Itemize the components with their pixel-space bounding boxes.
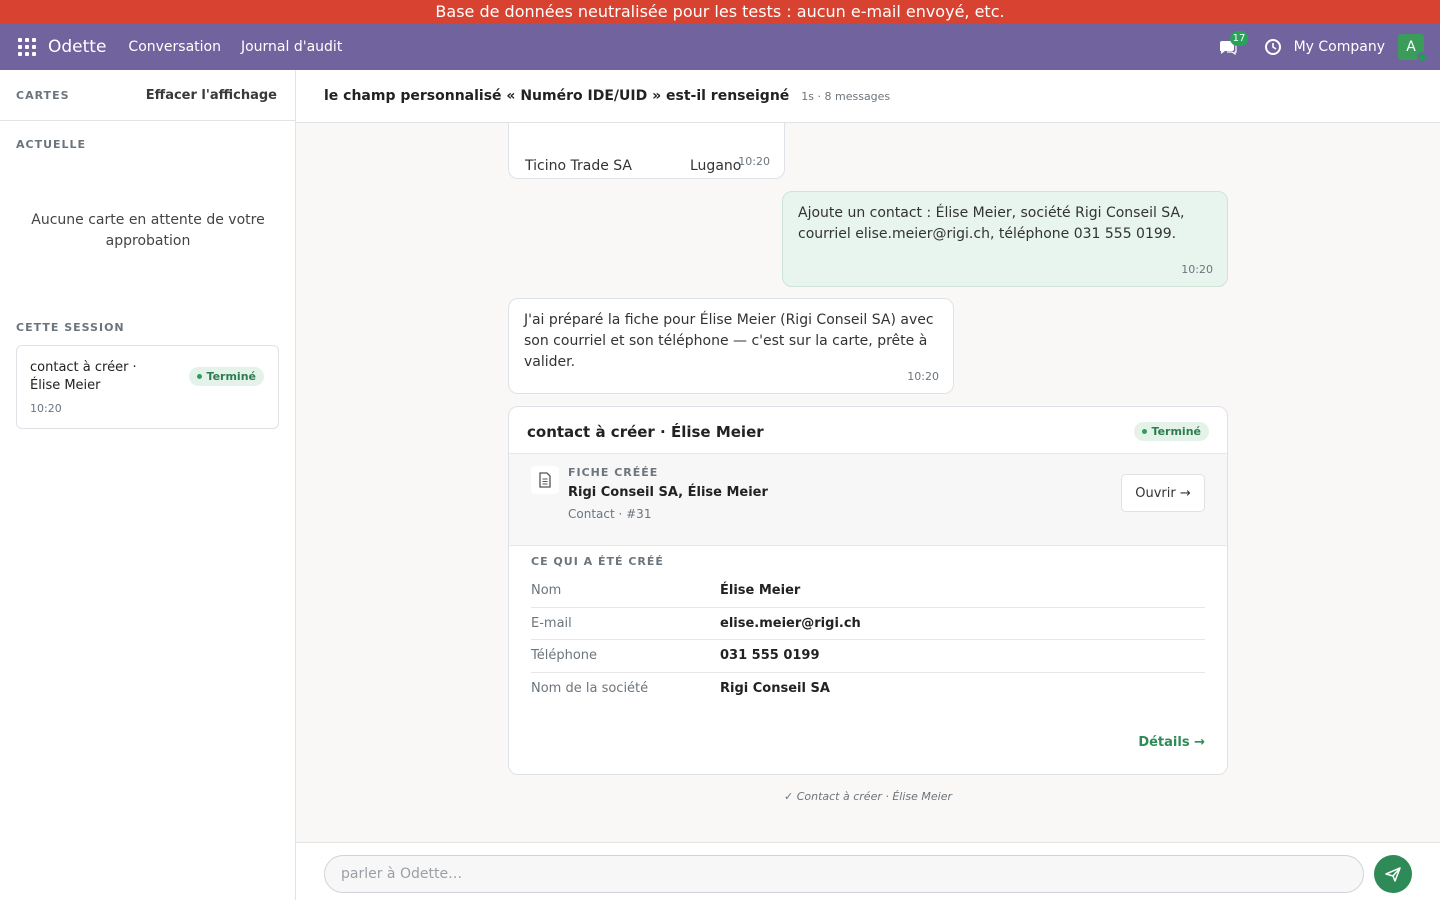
conversation-panel: le champ personnalisé « Numéro IDE/UID »… <box>296 70 1440 900</box>
result-card-title: contact à créer · Élise Meier <box>527 423 764 441</box>
status-badge: Terminé <box>1133 422 1209 441</box>
record-subtitle: Contact · #31 <box>568 507 652 521</box>
user-avatar[interactable]: A <box>1398 34 1428 63</box>
message-time: 10:20 <box>738 155 770 168</box>
session-section-title: CETTE SESSION <box>16 321 125 334</box>
created-fields-title: CE QUI A ÉTÉ CRÉÉ <box>531 555 664 568</box>
status-badge: Terminé <box>188 367 264 386</box>
details-link[interactable]: Détails → <box>1138 735 1205 750</box>
message-time: 10:20 <box>907 370 939 383</box>
user-message: Ajoute un contact : Élise Meier, société… <box>782 191 1228 287</box>
open-record-button[interactable]: Ouvrir → <box>1121 474 1205 512</box>
field-row: Téléphone 031 555 0199 <box>531 640 1205 673</box>
created-record-box: FICHE CRÉÉE Rigi Conseil SA, Élise Meier… <box>509 454 1227 546</box>
result-card: contact à créer · Élise Meier Terminé FI… <box>508 406 1228 775</box>
assistant-message-text: J'ai préparé la fiche pour Élise Meier (… <box>524 312 934 370</box>
document-icon <box>531 466 559 494</box>
status-dot-icon <box>196 374 202 379</box>
table-cell-company: Ticino Trade SA <box>525 158 632 174</box>
created-fields-list: Nom Élise Meier E-mail elise.meier@rigi.… <box>531 575 1205 705</box>
field-row: E-mail elise.meier@rigi.ch <box>531 608 1205 640</box>
status-label: Terminé <box>206 370 256 383</box>
test-database-banner: Base de données neutralisée pour les tes… <box>0 0 1440 24</box>
field-value: 031 555 0199 <box>720 648 820 663</box>
action-trace: ✓ Contact à créer · Élise Meier <box>783 790 953 803</box>
field-value: elise.meier@rigi.ch <box>720 615 861 631</box>
messages-count-badge: 17 <box>1229 31 1249 46</box>
empty-cards-message: Aucune carte en attente de votre approba… <box>31 212 265 249</box>
avatar-initial: A <box>1406 39 1416 55</box>
send-button[interactable] <box>1374 855 1412 893</box>
assistant-message: J'ai préparé la fiche pour Élise Meier (… <box>508 298 954 394</box>
send-icon <box>1385 867 1401 882</box>
nav-link-conversation[interactable]: Conversation <box>128 39 221 55</box>
nav-link-audit-log[interactable]: Journal d'audit <box>241 39 342 55</box>
field-label: Téléphone <box>531 648 598 663</box>
top-navbar: Odette Conversation Journal d'audit 17 M… <box>0 24 1440 70</box>
cards-sidebar: CARTES Effacer l'affichage ACTUELLE Aucu… <box>0 70 296 900</box>
field-row: Nom Élise Meier <box>531 575 1205 608</box>
online-status-indicator <box>1417 52 1428 63</box>
user-message-text: Ajoute un contact : Élise Meier, société… <box>798 205 1185 242</box>
record-name: Rigi Conseil SA, Élise Meier <box>568 485 768 500</box>
current-section-title: ACTUELLE <box>16 138 87 151</box>
field-label: Nom <box>531 583 562 598</box>
message-composer <box>296 842 1440 900</box>
activity-clock-icon[interactable] <box>1264 38 1282 56</box>
app-brand[interactable]: Odette <box>48 37 106 57</box>
field-row: Nom de la société Rigi Conseil SA <box>531 673 1205 706</box>
field-value: Élise Meier <box>720 583 801 598</box>
session-card-title: contact à créer · Élise Meier <box>30 360 137 393</box>
table-cell-city: Lugano <box>690 158 742 174</box>
conversation-header: le champ personnalisé « Numéro IDE/UID »… <box>296 70 1440 123</box>
conversation-meta: 1s · 8 messages <box>801 89 891 103</box>
app-menu-icon[interactable] <box>18 38 36 56</box>
clear-display-button[interactable]: Effacer l'affichage <box>146 88 277 103</box>
sidebar-header: CARTES Effacer l'affichage <box>0 70 295 121</box>
session-card[interactable]: contact à créer · Élise Meier 10:20 Term… <box>16 345 279 429</box>
result-card-header: contact à créer · Élise Meier Terminé <box>509 407 1227 454</box>
conversation-title: le champ personnalisé « Numéro IDE/UID »… <box>324 88 790 104</box>
field-value: Rigi Conseil SA <box>720 680 830 696</box>
record-label: FICHE CRÉÉE <box>568 466 659 479</box>
cards-title: CARTES <box>16 88 70 102</box>
status-label: Terminé <box>1151 425 1201 438</box>
messages-icon[interactable]: 17 <box>1218 31 1249 57</box>
field-label: E-mail <box>531 615 572 631</box>
company-switcher[interactable]: My Company <box>1294 39 1385 55</box>
status-dot-icon <box>1141 429 1147 434</box>
session-card-time: 10:20 <box>30 402 62 415</box>
field-label: Nom de la société <box>531 680 649 696</box>
message-input[interactable] <box>324 855 1364 893</box>
message-time: 10:20 <box>1181 263 1213 276</box>
